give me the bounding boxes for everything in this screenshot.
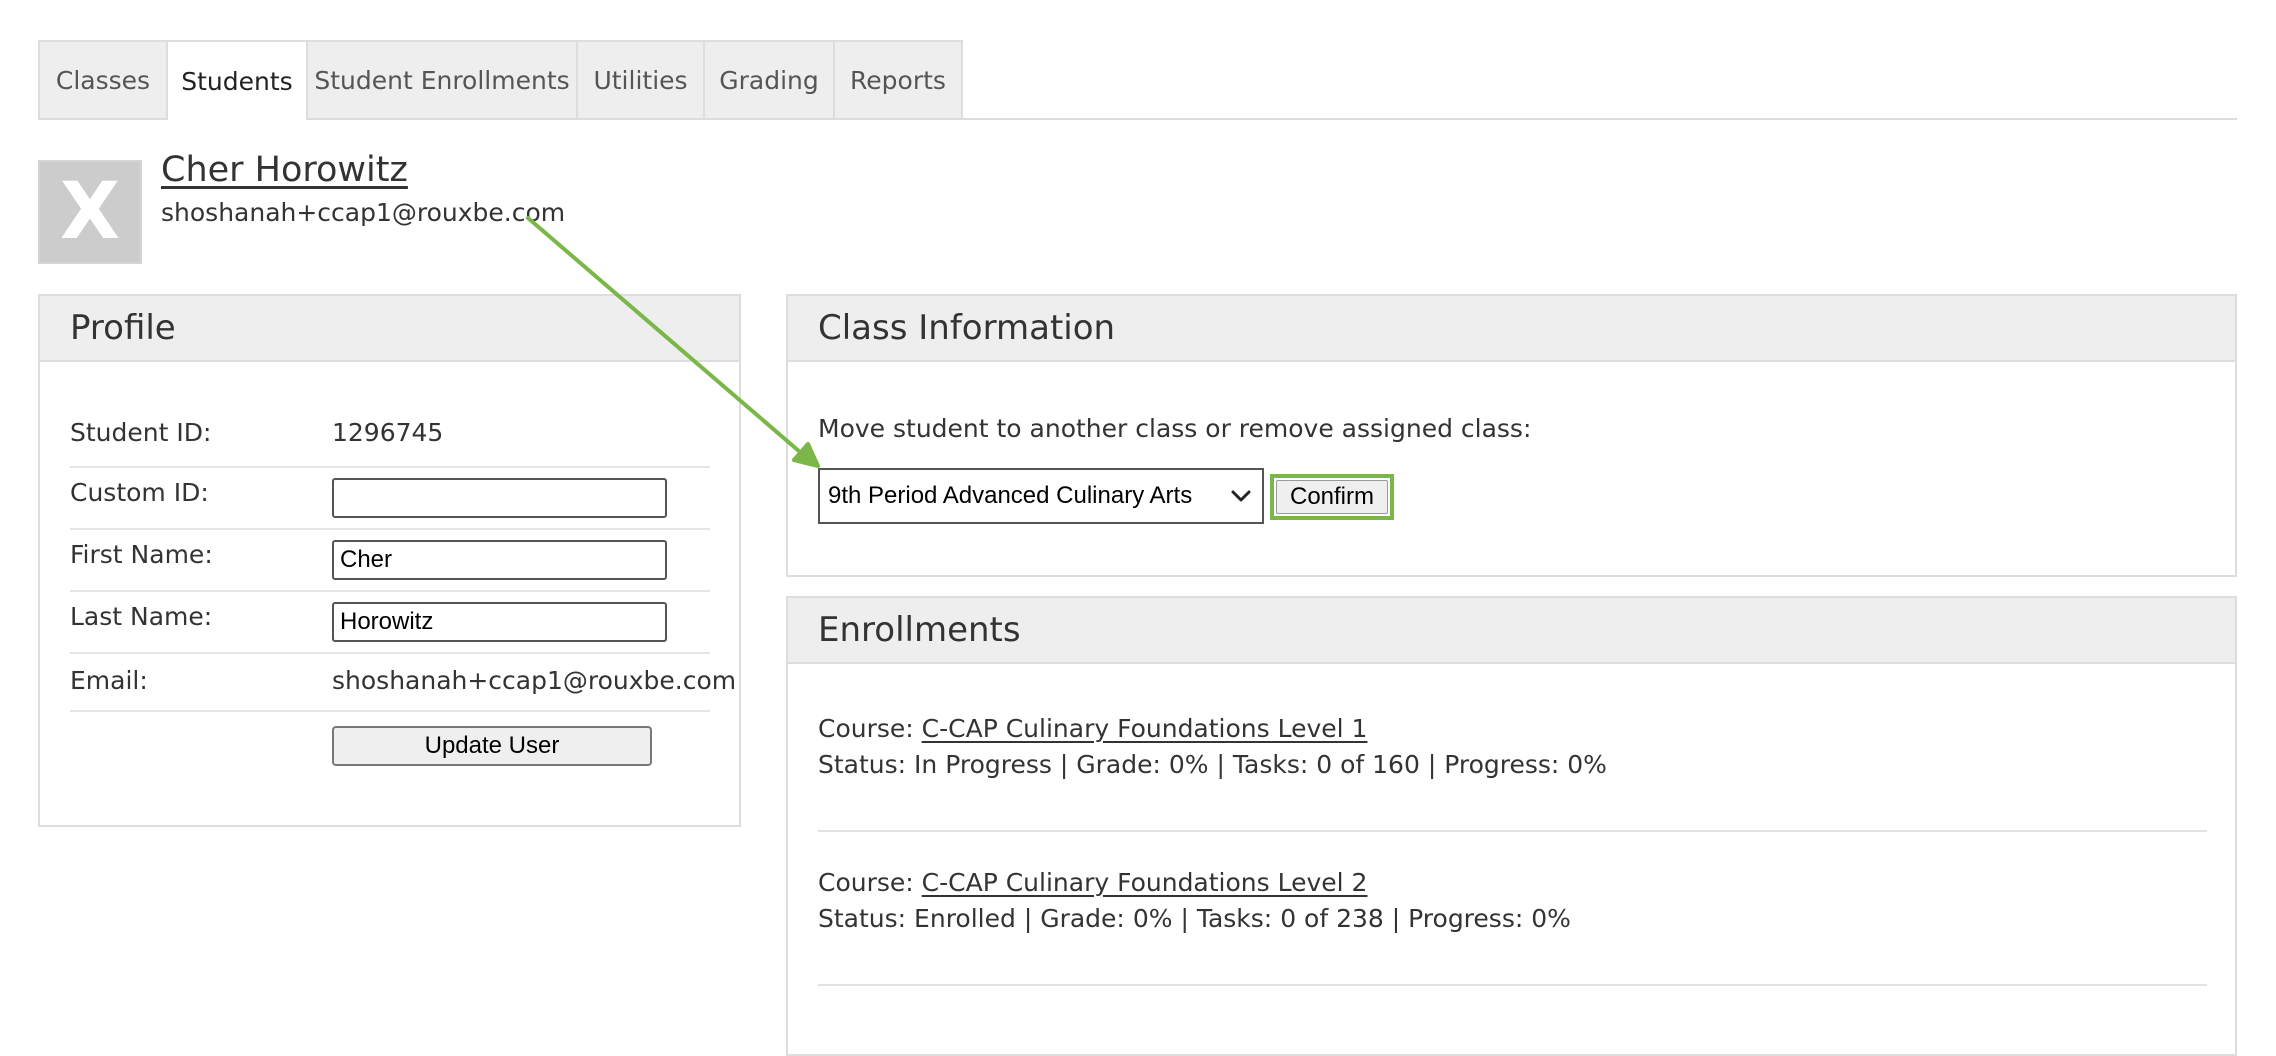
confirm-highlight: Confirm xyxy=(1270,474,1394,520)
progress-label: Progress: xyxy=(1444,750,1560,779)
student-id-label: Student ID: xyxy=(70,418,212,447)
tab-label: Grading xyxy=(719,65,819,95)
first-name-row: First Name: xyxy=(70,530,710,592)
tasks-value: 0 of 238 xyxy=(1280,904,1384,933)
student-id-row: Student ID: 1296745 xyxy=(70,408,710,468)
enrollments-title: Enrollments xyxy=(788,598,2235,664)
move-student-instruction: Move student to another class or remove … xyxy=(818,414,1532,443)
last-name-field[interactable] xyxy=(332,602,667,642)
separator: | xyxy=(1023,904,1033,933)
tab-classes[interactable]: Classes xyxy=(38,40,166,118)
class-select-value: 9th Period Advanced Culinary Arts xyxy=(828,482,1193,509)
course-label: Course: xyxy=(818,714,914,743)
first-name-field[interactable] xyxy=(332,540,667,580)
grade-label: Grade: xyxy=(1040,904,1125,933)
tasks-label: Tasks: xyxy=(1232,750,1309,779)
tasks-value: 0 of 160 xyxy=(1316,750,1420,779)
tab-bar: Classes Students Student Enrollments Uti… xyxy=(38,40,2237,120)
separator: | xyxy=(1059,750,1069,779)
email-value: shoshanah+ccap1@rouxbe.com xyxy=(332,666,737,695)
tab-label: Utilities xyxy=(593,65,688,95)
progress-value: 0% xyxy=(1531,904,1571,933)
last-name-label: Last Name: xyxy=(70,602,213,631)
course-line: Course: C-CAP Culinary Foundations Level… xyxy=(818,714,2207,750)
class-information-title: Class Information xyxy=(788,296,2235,362)
separator: | xyxy=(1180,904,1189,933)
tab-label: Classes xyxy=(55,65,151,95)
course-link[interactable]: C-CAP Culinary Foundations Level 2 xyxy=(922,868,1368,897)
email-label: Email: xyxy=(70,666,148,695)
progress-value: 0% xyxy=(1567,750,1607,779)
student-name-link[interactable]: Cher Horowitz xyxy=(161,150,408,190)
status-label: Status: xyxy=(818,904,907,933)
separator: | xyxy=(1391,904,1401,933)
status-label: Status: xyxy=(818,750,907,779)
tab-reports[interactable]: Reports xyxy=(833,40,963,118)
status-value: Enrolled xyxy=(914,904,1016,933)
chevron-down-icon xyxy=(1231,490,1251,502)
profile-panel-title: Profile xyxy=(40,296,739,362)
student-email: shoshanah+ccap1@rouxbe.com xyxy=(161,198,566,227)
status-line: Status: In Progress | Grade: 0% | Tasks:… xyxy=(818,750,2207,786)
custom-id-label: Custom ID: xyxy=(70,478,209,507)
last-name-row: Last Name: xyxy=(70,592,710,654)
custom-id-row: Custom ID: xyxy=(70,468,710,530)
avatar-letter: X xyxy=(59,167,121,257)
tab-grading[interactable]: Grading xyxy=(703,40,833,118)
tab-label: Students xyxy=(181,66,293,96)
course-line: Course: C-CAP Culinary Foundations Level… xyxy=(818,868,2207,904)
tab-student-enrollments[interactable]: Student Enrollments xyxy=(306,40,576,118)
tab-label: Student Enrollments xyxy=(314,65,570,95)
enrollment-divider xyxy=(818,984,2207,986)
tab-students[interactable]: Students xyxy=(166,40,306,120)
email-row: Email: shoshanah+ccap1@rouxbe.com xyxy=(70,654,736,712)
course-link[interactable]: C-CAP Culinary Foundations Level 1 xyxy=(922,714,1368,743)
enrollment-divider xyxy=(818,830,2207,832)
custom-id-field[interactable] xyxy=(332,478,667,518)
tab-utilities[interactable]: Utilities xyxy=(576,40,703,118)
first-name-label: First Name: xyxy=(70,540,213,569)
enrollments-panel: Enrollments Course: C-CAP Culinary Found… xyxy=(786,596,2237,1056)
separator: | xyxy=(1427,750,1437,779)
status-line: Status: Enrolled | Grade: 0% | Tasks: 0 … xyxy=(818,904,2207,940)
class-select[interactable]: 9th Period Advanced Culinary Arts xyxy=(818,468,1264,524)
grade-value: 0% xyxy=(1168,750,1209,779)
enrollment-item: Course: C-CAP Culinary Foundations Level… xyxy=(818,714,2207,786)
tab-label: Reports xyxy=(850,65,946,95)
grade-label: Grade: xyxy=(1076,750,1161,779)
tasks-label: Tasks: xyxy=(1196,904,1273,933)
profile-panel: Profile Student ID: 1296745 Custom ID: F… xyxy=(38,294,741,827)
class-information-panel: Class Information Move student to anothe… xyxy=(786,294,2237,577)
course-label: Course: xyxy=(818,868,914,897)
status-value: In Progress xyxy=(914,750,1052,779)
student-id-value: 1296745 xyxy=(332,418,444,447)
progress-label: Progress: xyxy=(1408,904,1524,933)
enrollment-item: Course: C-CAP Culinary Foundations Level… xyxy=(818,868,2207,940)
grade-value: 0% xyxy=(1132,904,1173,933)
update-user-button[interactable]: Update User xyxy=(332,726,652,766)
confirm-button[interactable]: Confirm xyxy=(1276,480,1388,514)
avatar: X xyxy=(38,160,142,264)
separator: | xyxy=(1216,750,1225,779)
